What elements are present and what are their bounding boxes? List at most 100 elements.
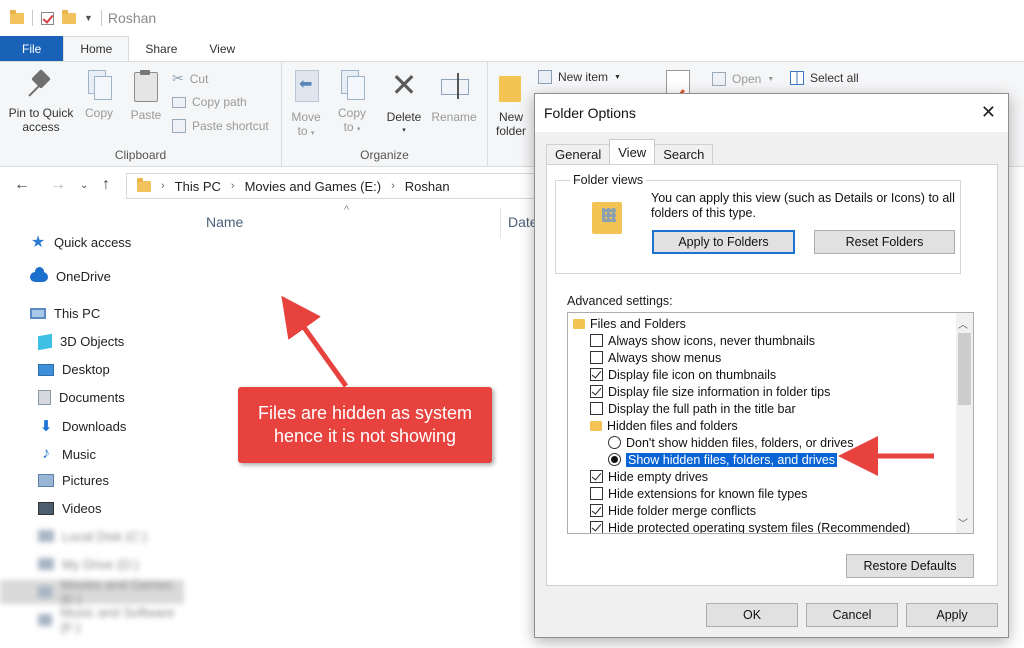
tree-checkbox-row[interactable]: Always show icons, never thumbnails: [590, 332, 815, 349]
nav-item-blurred-drive-selected[interactable]: Movies and Games (E:): [0, 577, 184, 607]
paste-icon: [133, 70, 159, 102]
paste-label: Paste: [130, 108, 162, 122]
delete-button[interactable]: ✕ Delete ▾: [382, 69, 426, 138]
tree-checkbox-row[interactable]: Hide extensions for known file types: [590, 485, 807, 502]
chevron-right-icon[interactable]: ›: [161, 180, 165, 192]
tab-general[interactable]: General: [546, 144, 611, 164]
arrow-to-empty-list: [281, 295, 349, 388]
recent-locations-chevron-icon[interactable]: ⌄: [80, 180, 88, 191]
drive-icon: [38, 586, 53, 598]
breadcrumb-roshan[interactable]: Roshan: [405, 179, 450, 194]
cloud-icon: [30, 266, 48, 282]
back-arrow-icon[interactable]: ←: [14, 176, 30, 194]
chevron-right-icon[interactable]: ›: [231, 180, 235, 192]
rename-button[interactable]: Rename: [430, 70, 478, 124]
nav-item-onedrive[interactable]: OneDrive: [30, 266, 111, 284]
nav-item-this-pc[interactable]: This PC: [30, 306, 100, 321]
tab-search[interactable]: Search: [654, 144, 714, 164]
apply-button[interactable]: Apply: [906, 603, 998, 627]
scroll-down-icon[interactable]: ﹀: [958, 515, 968, 530]
select-all-icon: [790, 71, 804, 85]
tree-checkbox-row[interactable]: Display file icon on thumbnails: [590, 366, 776, 383]
advanced-settings-tree[interactable]: Files and Folders Always show icons, nev…: [567, 312, 974, 534]
nav-item-blurred-drive[interactable]: Music and Software (F:): [0, 605, 184, 635]
tab-share[interactable]: Share: [129, 36, 193, 61]
pin-to-quick-access-button[interactable]: Pin to Quick access: [6, 70, 76, 134]
tree-checkbox-row[interactable]: Always show menus: [590, 349, 721, 366]
column-divider[interactable]: [500, 208, 501, 238]
tree-scrollbar[interactable]: ︿ ﹀: [956, 313, 973, 533]
checkbox[interactable]: [590, 402, 603, 415]
paste-button[interactable]: Paste: [126, 70, 166, 122]
nav-item-blurred-drive[interactable]: My Drive (D:): [0, 552, 184, 576]
tree-label: Display file size information in folder …: [608, 384, 831, 399]
nav-item-music[interactable]: ♪ Music: [38, 445, 96, 463]
new-folder-small-icon[interactable]: [62, 9, 76, 24]
tree-checkbox-row[interactable]: Display file size information in folder …: [590, 383, 830, 400]
properties-check-icon[interactable]: [41, 11, 54, 25]
tree-checkbox-row[interactable]: Hide empty drives: [590, 468, 708, 485]
open-button[interactable]: Open ▼: [712, 72, 774, 86]
radio-button[interactable]: [608, 436, 621, 449]
new-item-button[interactable]: New item ▼: [538, 70, 621, 84]
folder-views-description: You can apply this view (such as Details…: [651, 191, 955, 220]
nav-item-pictures[interactable]: Pictures: [38, 473, 109, 488]
copy-button[interactable]: Copy: [80, 70, 118, 120]
tab-view[interactable]: View: [193, 36, 251, 61]
reset-folders-button[interactable]: Reset Folders: [814, 230, 955, 254]
column-header-name[interactable]: Name: [206, 214, 243, 230]
new-folder-button[interactable]: New folder: [492, 70, 530, 138]
ok-button[interactable]: OK: [706, 603, 798, 627]
tree-checkbox-row[interactable]: Hide folder merge conflicts: [590, 502, 756, 519]
open-dropdown-icon: ▼: [767, 75, 775, 83]
checkbox-checked[interactable]: [590, 470, 603, 483]
apply-to-folders-button[interactable]: Apply to Folders: [652, 230, 795, 254]
nav-item-blurred-drive[interactable]: Local Disk (C:): [0, 524, 184, 548]
scroll-thumb[interactable]: [958, 333, 971, 405]
nav-item-downloads[interactable]: ⬇ Downloads: [38, 417, 127, 435]
tree-checkbox-row[interactable]: Display the full path in the title bar: [590, 400, 796, 417]
paste-shortcut-button[interactable]: Paste shortcut: [172, 119, 269, 133]
copy-to-button[interactable]: Copy to ▾: [334, 70, 370, 137]
checkbox-checked[interactable]: [590, 368, 603, 381]
close-icon[interactable]: ✕: [981, 102, 996, 123]
nav-label: Pictures: [62, 473, 109, 488]
chevron-right-icon[interactable]: ›: [391, 180, 395, 192]
tab-view[interactable]: View: [609, 139, 656, 164]
scroll-up-icon[interactable]: ︿: [958, 316, 968, 331]
forward-arrow-icon[interactable]: →: [50, 176, 66, 194]
nav-item-3d-objects[interactable]: 3D Objects: [38, 333, 124, 350]
address-bar[interactable]: › This PC › Movies and Games (E:) › Rosh…: [126, 173, 546, 199]
tab-home[interactable]: Home: [63, 36, 130, 61]
delete-label: Delete: [386, 110, 422, 124]
move-to-label-2: to ▾: [297, 124, 315, 138]
organize-group-label: Organize: [360, 148, 409, 162]
breadcrumb-this-pc[interactable]: This PC: [175, 179, 221, 194]
checkbox-checked[interactable]: [590, 521, 603, 533]
copy-path-button[interactable]: Copy path: [172, 95, 247, 109]
paste-shortcut-icon: [172, 119, 186, 133]
move-to-button[interactable]: Move to ▾: [288, 70, 324, 141]
checkbox-checked[interactable]: [590, 504, 603, 517]
radio-button-selected[interactable]: [608, 453, 621, 466]
tab-file[interactable]: File: [0, 36, 64, 61]
checkbox-checked[interactable]: [590, 385, 603, 398]
breadcrumb-drive[interactable]: Movies and Games (E:): [245, 179, 382, 194]
nav-item-desktop[interactable]: Desktop: [38, 362, 110, 377]
tree-checkbox-row[interactable]: Hide protected operating system files (R…: [590, 519, 910, 533]
radio-show-hidden[interactable]: Show hidden files, folders, and drives: [608, 451, 839, 468]
nav-item-videos[interactable]: Videos: [38, 501, 102, 516]
radio-dont-show-hidden[interactable]: Don't show hidden files, folders, or dri…: [608, 434, 854, 451]
restore-defaults-button[interactable]: Restore Defaults: [846, 554, 974, 578]
nav-item-documents[interactable]: Documents: [38, 390, 125, 405]
checkbox[interactable]: [590, 351, 603, 364]
cut-button[interactable]: ✂ Cut: [172, 70, 208, 87]
clipboard-group: Pin to Quick access Copy Paste ✂ Cut Cop…: [0, 62, 282, 166]
up-arrow-icon[interactable]: ↑: [102, 176, 110, 194]
checkbox[interactable]: [590, 487, 603, 500]
select-all-button[interactable]: Select all: [790, 71, 859, 85]
cancel-button[interactable]: Cancel: [806, 603, 898, 627]
customize-toolbar-arrow-icon[interactable]: ▼: [84, 13, 93, 23]
checkbox[interactable]: [590, 334, 603, 347]
nav-item-quick-access[interactable]: ★ Quick access: [30, 232, 131, 252]
